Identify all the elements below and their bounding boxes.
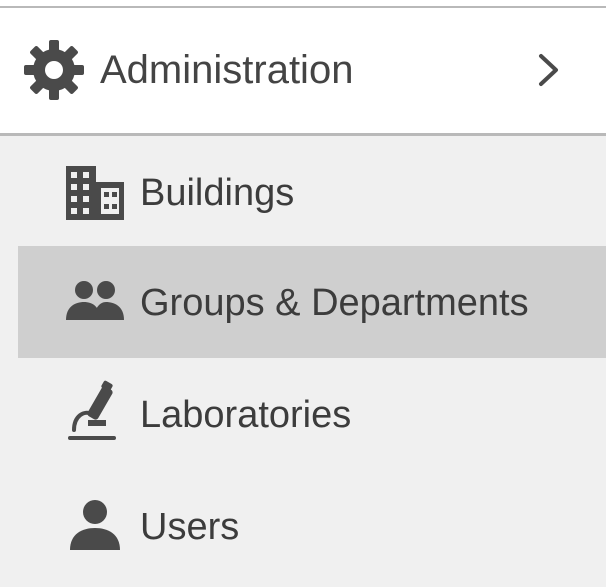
- submenu-item-label: Laboratories: [140, 394, 352, 436]
- microscope-icon: [68, 380, 116, 440]
- submenu-item-buildings[interactable]: Buildings: [18, 136, 606, 248]
- submenu-item-label: Groups & Departments: [140, 282, 529, 324]
- submenu-item-laboratories[interactable]: Laboratories: [18, 358, 606, 470]
- top-divider: [0, 0, 606, 8]
- submenu-item-label: Users: [140, 506, 240, 548]
- gear-icon: [24, 40, 84, 100]
- building-icon: [66, 166, 124, 220]
- submenu-item-label: Buildings: [140, 172, 295, 214]
- administration-submenu: Buildings Groups & Departments Laborator…: [0, 136, 606, 587]
- user-icon: [70, 500, 120, 550]
- group-icon: [66, 281, 124, 320]
- administration-label: Administration: [100, 48, 354, 92]
- submenu-item-groups-departments[interactable]: Groups & Departments: [18, 246, 606, 358]
- navigation-panel: Administration Buildings Groups & Depart…: [0, 0, 606, 587]
- administration-menu-header[interactable]: Administration: [0, 8, 606, 136]
- chevron-right-icon: [539, 54, 558, 86]
- submenu-item-users[interactable]: Users: [18, 470, 606, 582]
